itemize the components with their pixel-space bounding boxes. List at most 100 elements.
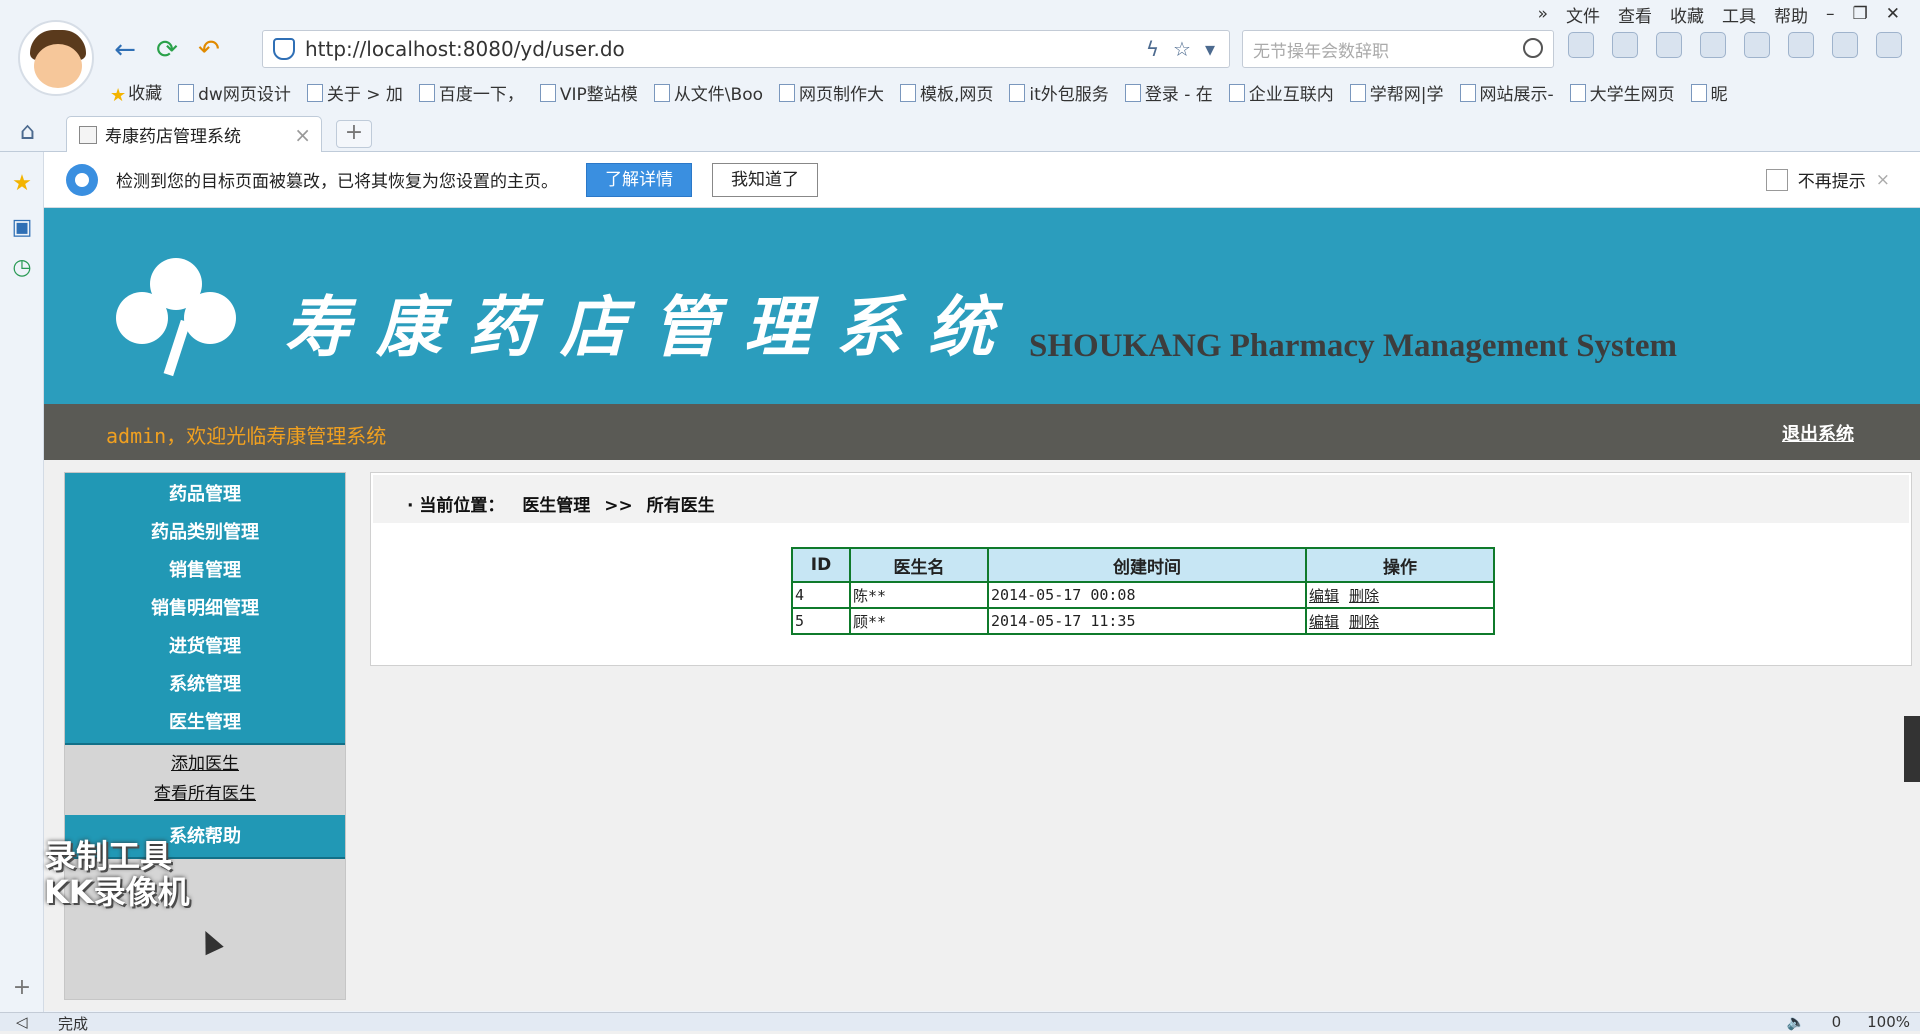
bookmarks-bar: 收藏 dw网页设计 关于 > 加 百度一下， VIP整站模 从文件\Boo 网页… — [110, 78, 1728, 106]
zoom-level[interactable]: 100% — [1867, 1013, 1910, 1031]
security-shield-icon — [273, 38, 295, 60]
home-icon[interactable]: ⌂ — [20, 119, 46, 144]
bookmark-item[interactable]: 企业互联内 — [1229, 80, 1334, 105]
edit-link[interactable]: 编辑 — [1309, 587, 1339, 605]
got-it-button[interactable]: 我知道了 — [712, 162, 818, 197]
menu-help[interactable]: 帮助 — [1774, 2, 1808, 27]
bookmark-item[interactable]: 大学生网页 — [1570, 80, 1675, 105]
breadcrumb: · 当前位置： 医生管理 >> 所有医生 — [407, 491, 715, 516]
download-count[interactable]: 0 — [1832, 1013, 1842, 1031]
sidebar-toggle-icon[interactable]: ◁ — [16, 1013, 28, 1031]
bookmark-item[interactable]: 昵 — [1691, 80, 1728, 105]
bookmark-item[interactable]: 关于 > 加 — [307, 80, 403, 105]
column-header-name: 医生名 — [849, 547, 989, 583]
restore-icon[interactable]: ❐ — [1853, 4, 1868, 24]
favorites-star-icon[interactable]: ★ — [10, 172, 34, 196]
logout-link[interactable]: 退出系统 — [1782, 420, 1854, 446]
menu-file[interactable]: 文件 — [1566, 2, 1600, 27]
bookmark-item[interactable]: 网站展示- — [1460, 80, 1554, 105]
search-box[interactable]: 无节操年会数辞职 — [1242, 30, 1554, 68]
minimize-icon[interactable]: – — [1826, 4, 1835, 24]
delete-link[interactable]: 删除 — [1349, 613, 1379, 631]
sidebar-subitem-add-doctor[interactable]: 添加医生 — [65, 749, 345, 779]
reading-icon[interactable]: ▣ — [10, 216, 34, 240]
chevron-down-icon[interactable]: ▾ — [1205, 37, 1215, 61]
bookmark-item[interactable]: 学帮网|学 — [1350, 80, 1444, 105]
web-page: 寿康药店管理系统 SHOUKANG Pharmacy Management Sy… — [44, 208, 1920, 1011]
breadcrumb-bar: · 当前位置： 医生管理 >> 所有医生 — [373, 475, 1909, 523]
cell-actions: 编辑 删除 — [1305, 607, 1495, 635]
close-icon[interactable]: ✕ — [1886, 4, 1900, 24]
recorder-watermark: 录制工具 KK录像机 — [44, 838, 190, 910]
address-url[interactable]: http://localhost:8080/yd/user.do — [305, 37, 1146, 61]
reader-icon[interactable] — [1612, 32, 1638, 58]
favorite-star-icon[interactable]: ☆ — [1173, 37, 1191, 61]
search-icon[interactable] — [1523, 38, 1543, 58]
translate-icon[interactable] — [1788, 32, 1814, 58]
bookmark-item[interactable]: it外包服务 — [1009, 80, 1108, 105]
scissors-icon[interactable] — [1568, 32, 1594, 58]
doctor-table: ID 医生名 创建时间 操作 4 陈** 2014-05-17 00:08 编辑… — [791, 547, 1495, 635]
breadcrumb-prefix: · 当前位置： — [407, 496, 505, 516]
search-placeholder: 无节操年会数辞职 — [1253, 41, 1389, 62]
menu-more[interactable]: » — [1538, 4, 1548, 24]
main-content: · 当前位置： 医生管理 >> 所有医生 ID 医生名 创建时间 操作 4 陈*… — [370, 472, 1912, 666]
tab-title: 寿康药店管理系统 — [105, 127, 241, 147]
close-icon[interactable]: × — [1876, 170, 1890, 190]
welcome-username: admin — [106, 424, 167, 448]
tab-close-icon[interactable]: × — [294, 123, 311, 147]
settings-gear-icon — [66, 163, 98, 196]
bookmark-item[interactable]: dw网页设计 — [178, 80, 291, 105]
speaker-icon[interactable]: 🔈 — [1787, 1013, 1806, 1031]
learn-more-button[interactable]: 了解详情 — [586, 162, 692, 197]
globe-icon[interactable] — [1832, 32, 1858, 58]
edit-link[interactable]: 编辑 — [1309, 613, 1339, 631]
extension-icon[interactable] — [1656, 32, 1682, 58]
new-tab-button[interactable]: + — [336, 120, 372, 148]
bookmark-item[interactable]: VIP整站模 — [540, 80, 638, 105]
shield-icon[interactable] — [1700, 32, 1726, 58]
history-clock-icon[interactable]: ◷ — [10, 256, 34, 280]
tab-active[interactable]: 寿康药店管理系统 × — [66, 116, 322, 152]
table-row: 4 陈** 2014-05-17 00:08 编辑 删除 — [791, 581, 1495, 609]
welcome-bar: admin，欢迎光临寿康管理系统 退出系统 — [44, 404, 1920, 460]
welcome-text: ，欢迎光临寿康管理系统 — [166, 424, 387, 448]
side-panel-handle[interactable] — [1904, 716, 1920, 782]
bookmark-item[interactable]: 百度一下， — [419, 80, 524, 105]
nav-buttons: ← ⟳ ↶ — [108, 30, 226, 70]
refresh-icon[interactable]: ⟳ — [150, 33, 184, 67]
bookmark-favorites[interactable]: 收藏 — [110, 79, 162, 106]
menu-view[interactable]: 查看 — [1618, 2, 1652, 27]
cell-id: 4 — [791, 581, 851, 609]
add-icon[interactable]: + — [10, 976, 34, 1000]
bookmark-item[interactable]: 从文件\Boo — [654, 80, 763, 105]
bookmark-item[interactable]: 登录 - 在 — [1125, 80, 1213, 105]
browser-sidebar: ★ ▣ ◷ + — [0, 152, 44, 1012]
watermark-line-1: 录制工具 — [44, 837, 173, 875]
undo-icon[interactable]: ↶ — [192, 33, 226, 67]
sidebar-menu: 药品管理 药品类别管理 销售管理 销售明细管理 进货管理 系统管理 医生管理 添… — [64, 472, 346, 1000]
menu-favorites[interactable]: 收藏 — [1670, 2, 1704, 27]
tab-strip: ⌂ 寿康药店管理系统 × + — [0, 112, 1920, 152]
notice-message: 检测到您的目标页面被篡改，已将其恢复为您设置的主页。 — [116, 172, 558, 192]
no-remind-option[interactable]: 不再提示 × — [1765, 167, 1890, 192]
delete-link[interactable]: 删除 — [1349, 587, 1379, 605]
menu-tools[interactable]: 工具 — [1722, 2, 1756, 27]
no-remind-label: 不再提示 — [1797, 172, 1866, 192]
user-avatar[interactable] — [18, 20, 94, 96]
lightning-icon[interactable]: ϟ — [1146, 37, 1159, 61]
bookmark-item[interactable]: 网页制作大 — [779, 80, 884, 105]
breadcrumb-page: 所有医生 — [646, 496, 715, 516]
sidebar-item-doctor[interactable]: 医生管理 — [65, 701, 345, 745]
sidebar-subitem-all-doctors[interactable]: 查看所有医生 — [65, 779, 345, 809]
watermark-line-2: KK录像机 — [44, 873, 190, 911]
cell-actions: 编辑 删除 — [1305, 581, 1495, 609]
no-remind-checkbox[interactable] — [1765, 168, 1788, 191]
browser-window: » 文件 查看 收藏 工具 帮助 – ❐ ✕ ← ⟳ ↶ http://loca… — [0, 0, 1920, 1033]
site-title-cn: 寿康药店管理系统 — [284, 288, 1020, 366]
game-icon[interactable] — [1744, 32, 1770, 58]
address-bar[interactable]: http://localhost:8080/yd/user.do ϟ ☆ ▾ — [262, 30, 1230, 68]
download-icon[interactable] — [1876, 32, 1902, 58]
bookmark-item[interactable]: 模板,网页 — [900, 80, 993, 105]
back-icon[interactable]: ← — [108, 33, 142, 67]
